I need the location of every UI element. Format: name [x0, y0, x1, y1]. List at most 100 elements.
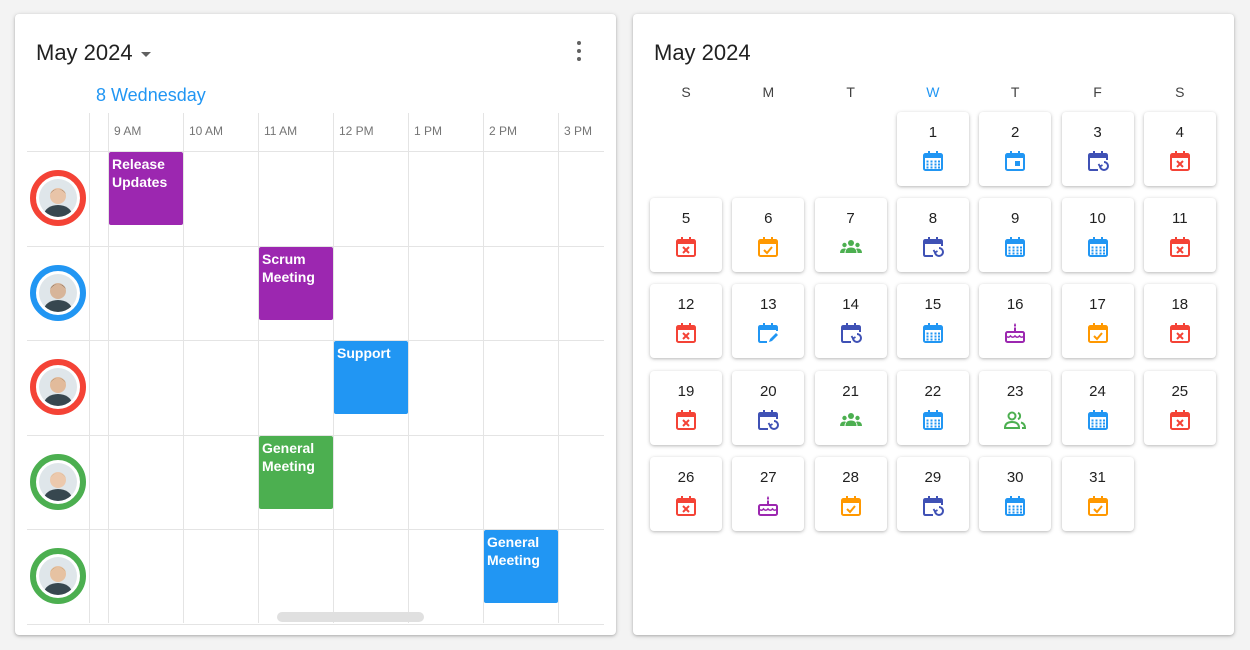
day-number: 8 [928, 210, 938, 228]
day-number: 2 [1011, 124, 1020, 141]
day-number: 16 [1006, 296, 1024, 314]
day-tile[interactable]: 17 [1061, 284, 1134, 359]
event-title: General Meeting [262, 439, 315, 474]
day-tile[interactable]: 29 [896, 456, 969, 531]
day-tile[interactable]: 27 [732, 456, 805, 531]
day-tile[interactable]: 19 [650, 370, 722, 445]
person-photo [37, 271, 79, 314]
day-number: 3 [1093, 124, 1102, 141]
grid-line [27, 340, 604, 341]
group-icon [839, 240, 862, 254]
day-tile[interactable]: 18 [1143, 284, 1216, 359]
day-tile[interactable]: 15 [896, 284, 969, 359]
horizontal-scrollbar[interactable] [277, 612, 424, 622]
day-number: 20 [759, 382, 777, 400]
event-block[interactable]: Support [334, 341, 408, 414]
day-number: 24 [1089, 382, 1106, 400]
avatar[interactable] [30, 264, 86, 321]
day-number: 7 [846, 210, 855, 228]
more-options-button[interactable] [567, 38, 591, 64]
day-tile[interactable]: 14 [814, 284, 887, 359]
day-tile[interactable]: 23 [979, 370, 1052, 445]
day-number: 5 [681, 210, 691, 228]
day-tile[interactable]: 21 [814, 370, 887, 445]
day-number: 25 [1171, 382, 1189, 400]
day-number: 6 [764, 210, 773, 228]
time-label: 3 PM [564, 124, 593, 138]
calendar-edit-icon [758, 323, 779, 344]
day-number: 28 [842, 468, 859, 486]
month-title: May 2024 [36, 40, 133, 65]
calendar-check-icon [1087, 495, 1108, 516]
time-label: 10 AM [189, 124, 224, 138]
day-number: 1 [928, 124, 938, 141]
grid-line [558, 113, 559, 623]
event-block[interactable]: General Meeting [484, 530, 558, 603]
calendar-grid-icon [1005, 495, 1026, 516]
timeline-grid[interactable]: 9 AM 10 AM 11 AM 12 PM 1 PM 2 PM 3 PM Release U… [27, 113, 604, 625]
day-tile[interactable]: 31 [1061, 456, 1134, 531]
day-tile[interactable]: 26 [650, 456, 722, 531]
person-photo [37, 555, 79, 598]
more-vert-icon [577, 41, 581, 45]
avatar[interactable] [30, 170, 86, 227]
month-calendar-card: May 2024 S M T W T F S 1 2 3 4 5 6 7 8 9 10 11 12 13 14 15 16 1… [633, 14, 1234, 635]
day-tile[interactable]: 2 [979, 112, 1052, 186]
calendar-repeat-icon [1087, 151, 1109, 171]
calendar-repeat-icon [758, 409, 780, 430]
avatar[interactable] [30, 548, 86, 605]
caret-down-icon [140, 51, 151, 57]
grid-line [27, 623, 604, 625]
selected-day-label: 8 Wednesday [96, 85, 206, 105]
event-title: Release Updates [112, 156, 168, 190]
event-block[interactable]: Release Updates [109, 152, 183, 225]
weekday-label: T [1010, 84, 1020, 100]
day-tile[interactable]: 25 [1143, 370, 1216, 445]
day-tile[interactable]: 13 [732, 284, 805, 359]
event-block[interactable]: General Meeting [259, 435, 333, 509]
day-number: 23 [1006, 382, 1024, 400]
day-tile[interactable]: 11 [1143, 198, 1216, 273]
day-tile[interactable]: 30 [979, 456, 1052, 531]
day-number: 22 [924, 382, 942, 400]
day-tile[interactable]: 7 [814, 198, 887, 273]
day-tile[interactable]: 24 [1061, 370, 1134, 445]
weekday-label: M [762, 84, 775, 100]
grid-line [408, 113, 409, 623]
day-tile[interactable]: 6 [732, 198, 805, 273]
day-number: 27 [759, 468, 777, 486]
month-selector[interactable]: May 2024 [36, 40, 151, 66]
calendar-x-icon [1169, 323, 1190, 344]
day-tile[interactable]: 8 [896, 198, 969, 273]
day-tile[interactable]: 20 [732, 370, 805, 445]
day-tile[interactable]: 9 [979, 198, 1052, 273]
day-tile[interactable]: 4 [1143, 112, 1216, 186]
calendar-x-icon [676, 237, 696, 258]
day-number: 19 [677, 382, 695, 400]
calendar-x-icon [676, 409, 696, 430]
weekday-label: W [926, 84, 940, 100]
day-tile[interactable]: 3 [1061, 112, 1134, 186]
day-number: 29 [924, 468, 942, 486]
day-tile[interactable]: 28 [814, 456, 887, 531]
day-tile[interactable]: 22 [896, 370, 969, 445]
person-photo [37, 366, 79, 409]
day-tile[interactable]: 12 [650, 284, 722, 359]
day-tile[interactable]: 16 [979, 284, 1052, 359]
avatar[interactable] [30, 453, 86, 510]
day-tile[interactable]: 5 [650, 198, 722, 273]
time-label: 2 PM [489, 124, 518, 138]
avatar[interactable] [30, 359, 86, 416]
time-label: 9 AM [114, 124, 142, 138]
calendar-repeat-icon [922, 495, 944, 516]
day-number: 14 [842, 296, 859, 314]
grid-line [89, 113, 90, 623]
cake-icon [1005, 323, 1026, 344]
event-block[interactable]: Scrum Meeting [259, 246, 333, 320]
calendar-grid-icon [1087, 237, 1108, 258]
day-number: 17 [1089, 296, 1106, 314]
day-tile[interactable]: 10 [1061, 198, 1134, 273]
day-number: 18 [1171, 296, 1189, 314]
day-tile[interactable]: 1 [896, 112, 969, 186]
calendar-x-icon [1169, 151, 1190, 171]
